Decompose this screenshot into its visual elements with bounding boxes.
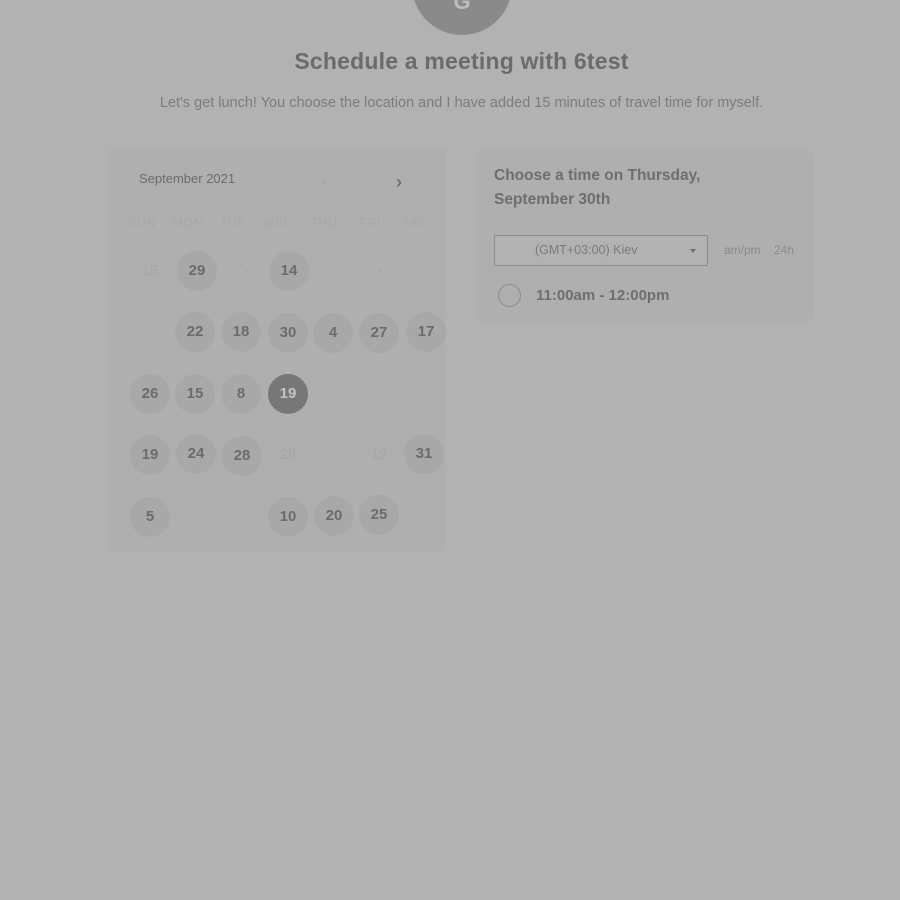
- avatar-initial: G: [453, 0, 471, 14]
- chevron-left-icon[interactable]: ‹: [317, 172, 331, 192]
- calendar-day[interactable]: 10: [268, 497, 308, 537]
- meeting-description: Let's get lunch! You choose the location…: [159, 95, 764, 111]
- calendar-day: 15: [141, 262, 159, 279]
- weekday-header: FRI: [359, 216, 381, 230]
- weekday-header: MON: [172, 216, 204, 230]
- calendar-day[interactable]: 18: [221, 312, 261, 352]
- calendar-day[interactable]: 27: [359, 313, 399, 353]
- weekday-header: SAT: [401, 216, 427, 230]
- calendar-day: -: [244, 262, 250, 279]
- calendar-day[interactable]: 22: [175, 312, 215, 352]
- weekday-header: SUN: [128, 216, 156, 230]
- calendar-day[interactable]: 30: [268, 313, 308, 353]
- calendar-day[interactable]: 5: [130, 497, 170, 537]
- calendar-day: 28: [279, 446, 297, 463]
- page-title: Schedule a meeting with 6test: [294, 48, 629, 74]
- caret-down-icon: [690, 249, 696, 253]
- weekday-header: WED: [262, 216, 294, 230]
- calendar-day[interactable]: 24: [176, 434, 216, 474]
- calendar-day[interactable]: 19: [268, 374, 308, 414]
- calendar-day: -: [377, 262, 383, 279]
- format-24h-toggle[interactable]: 24h: [774, 243, 794, 257]
- time-slot-label[interactable]: 11:00am - 12:00pm: [536, 287, 669, 304]
- calendar-day[interactable]: 4: [313, 313, 353, 353]
- weekday-header: TUE: [219, 216, 247, 230]
- timezone-value: (GMT+03:00) Kiev: [535, 243, 638, 257]
- timezone-select[interactable]: (GMT+03:00) Kiev: [494, 235, 708, 266]
- chevron-right-icon[interactable]: ›: [391, 172, 407, 192]
- calendar-day[interactable]: 19: [130, 435, 170, 475]
- time-panel-heading: Choose a time on Thursday, September 30t…: [494, 167, 701, 208]
- calendar-day[interactable]: 17: [406, 312, 446, 352]
- format-12h-toggle[interactable]: am/pm: [724, 243, 761, 257]
- calendar-day[interactable]: 14: [269, 251, 309, 291]
- calendar-day[interactable]: 25: [359, 495, 399, 535]
- calendar-day[interactable]: 31: [404, 434, 444, 474]
- calendar-day[interactable]: 26: [130, 374, 170, 414]
- calendar-day: 19: [370, 446, 388, 463]
- calendar-day[interactable]: 8: [221, 374, 261, 414]
- calendar-day[interactable]: 29: [177, 251, 217, 291]
- calendar-day[interactable]: 28: [222, 436, 262, 476]
- time-slot-radio[interactable]: [498, 284, 521, 307]
- calendar-day[interactable]: 15: [175, 374, 215, 414]
- calendar-day[interactable]: 20: [314, 496, 354, 536]
- weekday-header: THU: [310, 216, 338, 230]
- calendar-month-label: September 2021: [139, 171, 236, 186]
- host-avatar: G: [412, 0, 512, 35]
